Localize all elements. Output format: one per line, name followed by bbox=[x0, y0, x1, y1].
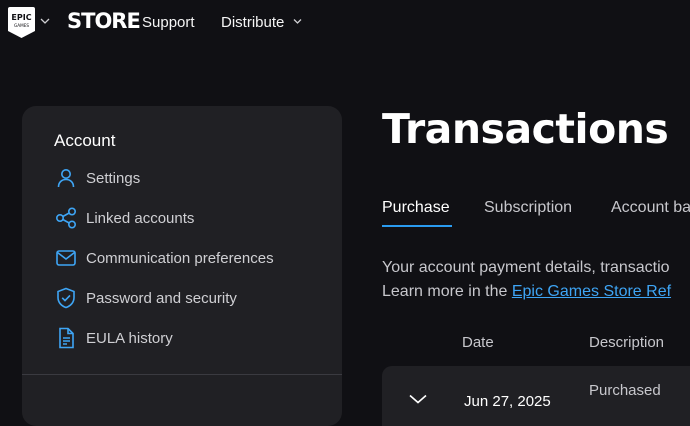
sidebar-item-label: Linked accounts bbox=[86, 209, 195, 227]
sidebar-item-communication[interactable]: Communication preferences bbox=[54, 245, 324, 271]
active-tab-indicator bbox=[382, 225, 452, 227]
share-nodes-icon bbox=[55, 207, 77, 229]
sidebar-item-label: Password and security bbox=[86, 289, 237, 307]
chevron-down-icon[interactable] bbox=[40, 17, 50, 25]
tab-account-balance[interactable]: Account ba bbox=[611, 199, 690, 217]
shield-check-icon bbox=[57, 287, 75, 309]
sidebar-item-password-security[interactable]: Password and security bbox=[54, 285, 324, 311]
description-line-1: Your account payment details, transactio bbox=[382, 259, 670, 276]
column-header-description[interactable]: Description bbox=[589, 334, 664, 351]
top-nav-bar: EPIC GAMES STORE Support Distribute bbox=[0, 0, 690, 46]
page-title: Transactions bbox=[382, 105, 669, 153]
envelope-icon bbox=[56, 250, 76, 266]
sidebar-item-linked-accounts[interactable]: Linked accounts bbox=[54, 205, 324, 231]
column-header-date[interactable]: Date bbox=[462, 334, 494, 351]
sidebar-item-label: EULA history bbox=[86, 329, 173, 347]
description-line-2: Learn more in the Epic Games Store Ref bbox=[382, 283, 671, 301]
description-prefix: Learn more in the bbox=[382, 283, 512, 300]
table-row[interactable]: Jun 27, 2025 Purchased bbox=[382, 366, 690, 426]
tab-purchase[interactable]: Purchase bbox=[382, 199, 450, 217]
account-sidebar: Account Settings Linked accounts Communi… bbox=[22, 106, 342, 426]
epic-games-logo[interactable]: EPIC GAMES bbox=[8, 7, 35, 38]
sidebar-item-label: Settings bbox=[86, 169, 141, 187]
sidebar-heading: Account bbox=[54, 131, 116, 150]
distribute-menu[interactable]: Distribute bbox=[221, 14, 284, 31]
sidebar-divider bbox=[22, 374, 342, 375]
tab-subscription[interactable]: Subscription bbox=[484, 199, 572, 217]
sidebar-item-eula-history[interactable]: EULA history bbox=[54, 325, 324, 351]
chevron-down-icon[interactable] bbox=[293, 18, 302, 25]
sidebar-item-label: Communication preferences bbox=[86, 249, 274, 267]
epic-store-refund-link[interactable]: Epic Games Store Ref bbox=[512, 283, 671, 300]
support-link[interactable]: Support bbox=[142, 14, 195, 31]
user-icon bbox=[57, 169, 75, 188]
document-icon bbox=[59, 327, 74, 349]
store-link[interactable]: STORE bbox=[67, 9, 141, 33]
sidebar-item-settings[interactable]: Settings bbox=[54, 165, 324, 191]
svg-text:GAMES: GAMES bbox=[14, 23, 29, 28]
svg-text:EPIC: EPIC bbox=[11, 13, 31, 22]
row-date: Jun 27, 2025 bbox=[464, 393, 551, 410]
row-description: Purchased bbox=[589, 382, 661, 399]
